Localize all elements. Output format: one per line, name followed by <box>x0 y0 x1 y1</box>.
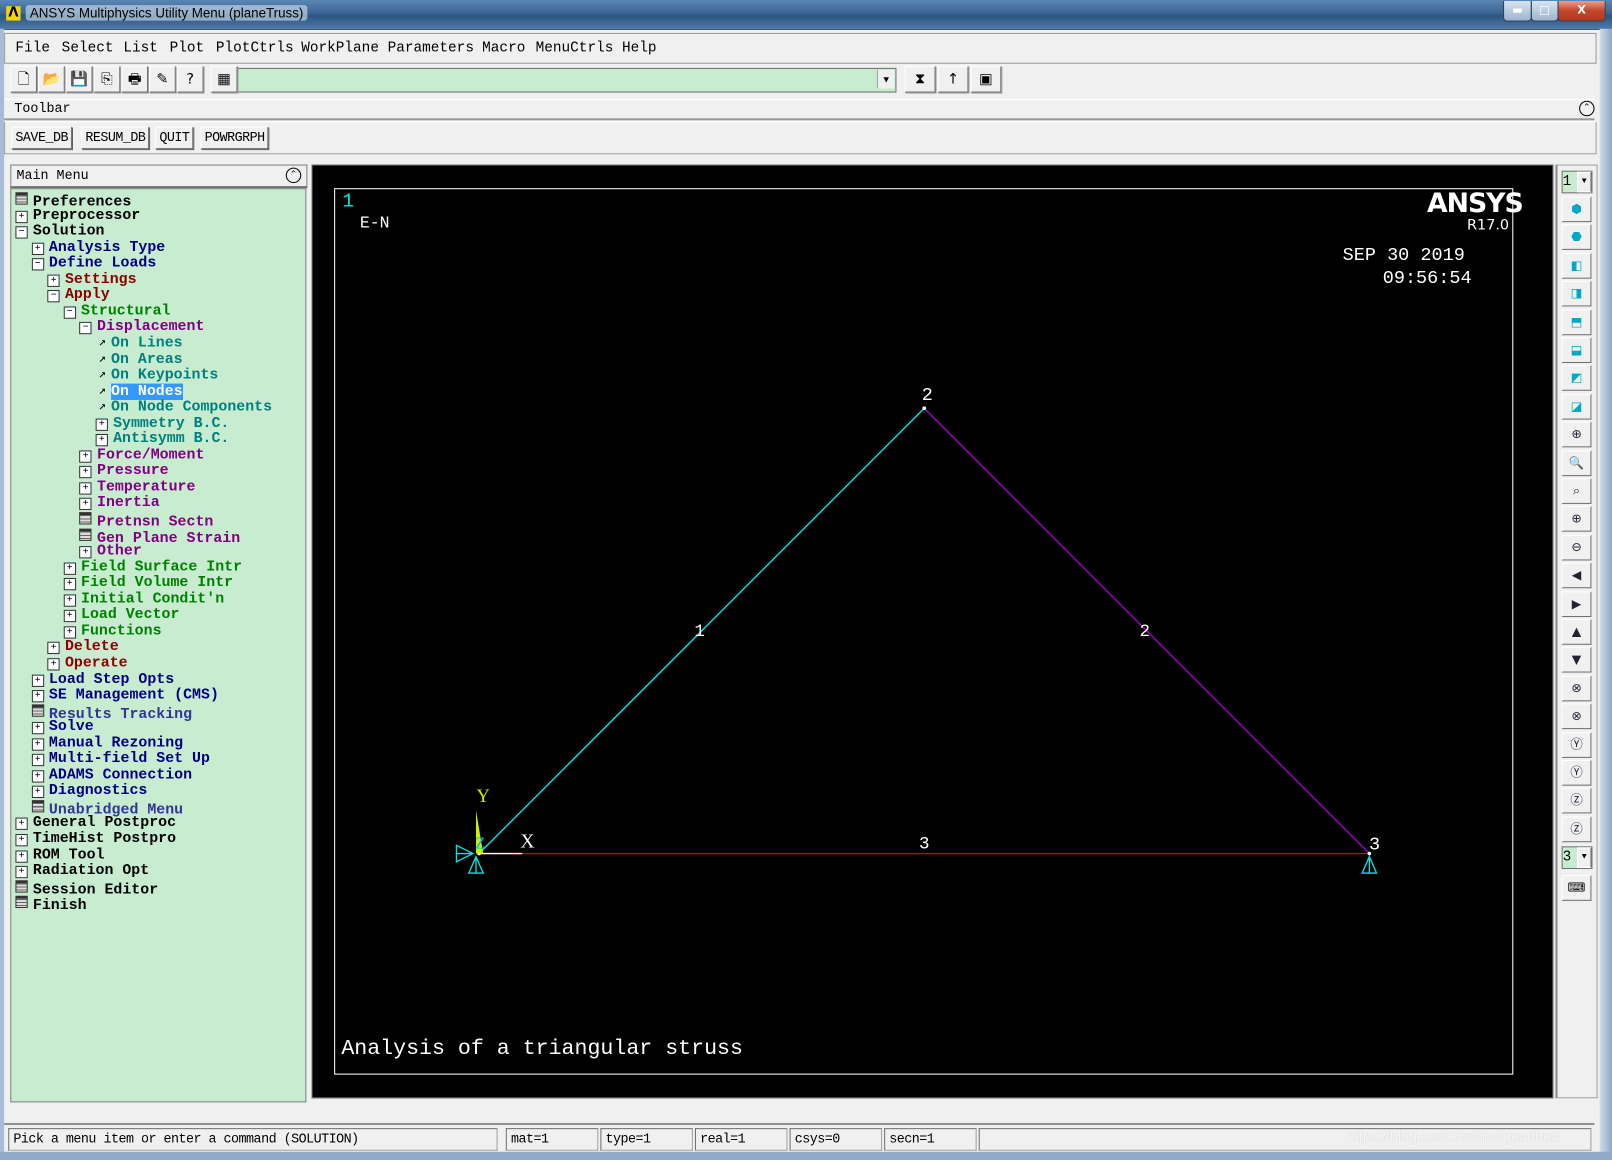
status-prompt: Pick a menu item or enter a command (SOL… <box>8 1128 498 1151</box>
window-select-value: 1 <box>1562 173 1572 191</box>
pan-down-icon: ▼ <box>1571 652 1582 667</box>
save-button[interactable]: 💾 <box>65 65 93 93</box>
dynamic-mode-icon: ⌨ <box>1567 879 1586 895</box>
watermark: https://blog.csdn.net/meiguanhua <box>1346 1128 1559 1145</box>
zoom-out-icon: ⊖ <box>1571 539 1582 555</box>
rotate-z-pos-icon: Ⓩ <box>1570 793 1583 808</box>
rotate-z-neg-button[interactable]: Ⓩ <box>1561 816 1592 843</box>
bottom-view-button[interactable]: ⬓ <box>1561 337 1592 364</box>
pan-right-button[interactable]: ▶ <box>1561 590 1592 617</box>
window-select-dropdown[interactable]: 1 ▼ <box>1561 170 1593 194</box>
element-label: 3 <box>919 834 929 854</box>
reset-picking-button[interactable]: ↑ <box>937 65 969 93</box>
left-view-button[interactable]: ◩ <box>1561 365 1592 392</box>
fit-view-button[interactable]: ⊕ <box>1561 421 1592 448</box>
front-view-button[interactable]: ◧ <box>1561 252 1592 279</box>
bottom-view-icon: ⬓ <box>1570 342 1583 357</box>
box-zoom-icon: ⌕ <box>1573 483 1580 498</box>
keyboard-button[interactable]: ▦ <box>210 65 238 93</box>
chevron-down-icon[interactable]: ▼ <box>1577 847 1592 869</box>
node-2 <box>922 406 927 411</box>
front-view-icon: ◧ <box>1570 257 1583 273</box>
help-icon: ? <box>186 70 195 88</box>
zoom-in-icon: ⊕ <box>1571 511 1582 526</box>
status-real: real=1 <box>694 1128 788 1151</box>
node-label: 2 <box>922 385 933 406</box>
rotate-y-pos-icon: Ⓨ <box>1570 736 1583 752</box>
rotate-z-pos-button[interactable]: Ⓩ <box>1561 788 1592 814</box>
zoom-in-button[interactable]: ⊕ <box>1561 506 1592 533</box>
truss-model: 1 2 3 2 3 Y Z X <box>455 385 1380 874</box>
top-view-button[interactable]: ⬒ <box>1561 309 1592 335</box>
save-icon: 💾 <box>70 70 89 88</box>
rotate-x-pos-icon: ⊗ <box>1571 680 1582 695</box>
zoom-button[interactable]: 🔍 <box>1561 450 1592 476</box>
print-icon: 🖶 <box>127 70 142 88</box>
rotate-y-neg-icon: Ⓨ <box>1570 765 1583 780</box>
back-view-button[interactable]: ◪ <box>1561 393 1592 420</box>
zoom-icon: 🔍 <box>1568 455 1585 470</box>
pan-up-icon: ▲ <box>1571 624 1582 639</box>
print-button[interactable]: 🖶 <box>121 65 149 93</box>
rotate-y-pos-button[interactable]: Ⓨ <box>1561 731 1592 758</box>
open-folder-button[interactable]: 📂 <box>38 65 65 93</box>
constraint-uy-node-1 <box>467 854 485 874</box>
isometric-view-button[interactable]: ⬢ <box>1561 196 1592 223</box>
zoom-out-button[interactable]: ⊖ <box>1561 534 1592 561</box>
rate-select-value: 3 <box>1562 849 1572 867</box>
rotate-z-neg-icon: Ⓩ <box>1570 821 1583 836</box>
oblique-view-button[interactable]: ⬣ <box>1561 224 1592 251</box>
report-icon: ⎘ <box>101 70 113 88</box>
back-view-icon: ◪ <box>1570 398 1583 414</box>
status-mat: mat=1 <box>505 1128 599 1151</box>
pan-right-icon: ▶ <box>1571 596 1582 611</box>
node-label: 3 <box>1369 834 1380 855</box>
dynamic-mode-button[interactable]: ⌨ <box>1561 874 1592 901</box>
pan-left-button[interactable]: ◀ <box>1561 562 1592 589</box>
chevron-down-icon[interactable]: ▼ <box>1577 171 1592 193</box>
left-view-icon: ◩ <box>1570 370 1583 386</box>
triad-z-label: Z <box>475 833 485 852</box>
isometric-view-icon: ⬢ <box>1571 201 1582 216</box>
status-secn: secn=1 <box>884 1128 977 1151</box>
image-capture-icon: ✎ <box>156 70 169 88</box>
status-csys: csys=0 <box>789 1128 883 1151</box>
pan-down-button[interactable]: ▼ <box>1561 647 1592 673</box>
raise-hidden-button[interactable]: ⧗ <box>904 65 936 93</box>
right-view-button[interactable]: ◨ <box>1561 280 1592 307</box>
keyboard-icon: ▦ <box>217 70 231 88</box>
contact-manager-button[interactable]: ▣ <box>970 65 1002 93</box>
element-label: 1 <box>694 622 704 642</box>
status-type: type=1 <box>600 1128 693 1151</box>
pan-up-button[interactable]: ▲ <box>1561 619 1592 645</box>
top-view-icon: ⬒ <box>1570 314 1583 329</box>
element-label: 2 <box>1140 622 1150 642</box>
reset-picking-icon: ↑ <box>946 70 960 88</box>
constraint-uy-node-3 <box>1361 854 1378 874</box>
rotate-y-neg-button[interactable]: Ⓨ <box>1561 759 1592 786</box>
triad-x-label: X <box>520 831 534 852</box>
new-file-icon: 🗋 <box>17 70 30 88</box>
help-button[interactable]: ? <box>176 65 204 93</box>
rate-select-dropdown[interactable]: 3 ▼ <box>1561 846 1593 870</box>
right-view-icon: ◨ <box>1570 286 1583 301</box>
view-toolbar: 1 ▼ ⬢ ⬣ ◧ ◨ ⬒ ⬓ ◩ ◪ ⊕ 🔍 ⌕ ⊕ ⊖ ◀ ▶ ▲ ▼ ⊗ ⊗ Ⓨ Ⓨ Ⓩ Ⓩ 3 ▼ ⌨ <box>1555 164 1598 1099</box>
report-button[interactable]: ⎘ <box>93 65 121 93</box>
rotate-x-neg-icon: ⊗ <box>1571 708 1582 724</box>
fit-view-icon: ⊕ <box>1571 426 1582 442</box>
new-file-button[interactable]: 🗋 <box>10 65 38 93</box>
open-folder-icon: 📂 <box>42 70 61 88</box>
rotate-x-pos-button[interactable]: ⊗ <box>1561 675 1592 702</box>
contact-manager-icon: ▣ <box>979 70 993 88</box>
raise-hidden-icon: ⧗ <box>915 70 926 88</box>
box-zoom-button[interactable]: ⌕ <box>1561 478 1592 504</box>
rotate-x-neg-button[interactable]: ⊗ <box>1561 703 1592 730</box>
image-capture-button[interactable]: ✎ <box>149 65 176 93</box>
constraint-ux-node-1 <box>455 844 475 863</box>
pan-left-icon: ◀ <box>1571 567 1582 583</box>
triad-y-label: Y <box>477 787 490 807</box>
oblique-view-icon: ⬣ <box>1571 229 1582 245</box>
